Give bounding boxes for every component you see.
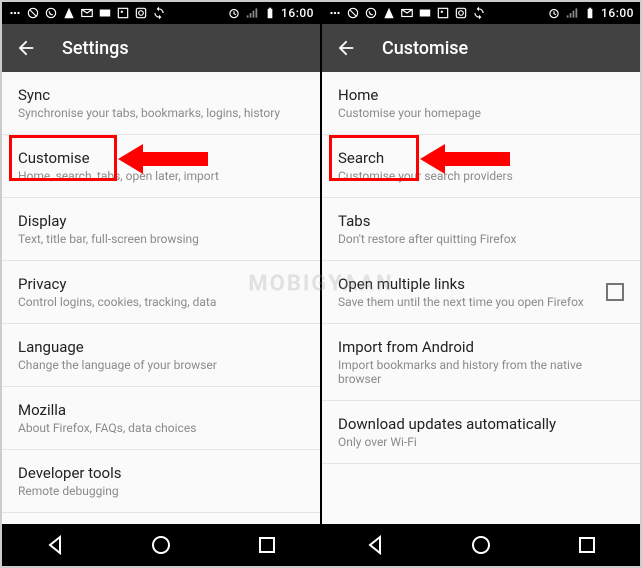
item-language[interactable]: Language Change the language of your brow… (2, 324, 320, 387)
item-sub: Text, title bar, full-screen browsing (18, 232, 304, 246)
more-icon (8, 6, 22, 20)
item-open-multiple-links[interactable]: Open multiple links Save them until the n… (322, 261, 640, 324)
alarm-icon (547, 6, 561, 20)
signal-icon (245, 6, 259, 20)
page-title: Customise (382, 38, 468, 59)
item-title: Home (338, 86, 624, 104)
mail2-icon (98, 6, 112, 20)
app-bar: Customise (322, 24, 640, 72)
item-sub: Remote debugging (18, 484, 304, 498)
app-bar: Settings (2, 24, 320, 72)
instagram-icon (454, 6, 468, 20)
photo-icon (436, 6, 450, 20)
checkbox-open-multiple[interactable] (606, 283, 624, 301)
instagram-icon (134, 6, 148, 20)
item-sub: Save them until the next time you open F… (338, 295, 594, 309)
whatsapp-icon (44, 6, 58, 20)
item-developer-tools[interactable]: Developer tools Remote debugging (2, 450, 320, 513)
app-icon (382, 6, 396, 20)
battery-icon (263, 6, 277, 20)
photo-icon (116, 6, 130, 20)
sync-icon (152, 6, 166, 20)
item-sub: Synchronise your tabs, bookmarks, logins… (18, 106, 304, 120)
back-button[interactable] (14, 36, 38, 60)
item-sub: Customise your search providers (338, 169, 624, 183)
alarm-icon (227, 6, 241, 20)
nav-recent[interactable] (575, 533, 599, 557)
mail-icon (400, 6, 414, 20)
mail2-icon (418, 6, 432, 20)
item-search[interactable]: Search Customise your search providers (322, 135, 640, 198)
status-bar: 16:00 (322, 2, 640, 24)
mail-icon (80, 6, 94, 20)
signal-icon (565, 6, 579, 20)
nav-bar (322, 524, 640, 566)
customise-list: Home Customise your homepage Search Custom… (322, 72, 640, 524)
item-sub: About Firefox, FAQs, data choices (18, 421, 304, 435)
item-import-android[interactable]: Import from Android Import bookmarks and … (322, 324, 640, 401)
item-title: Language (18, 338, 304, 356)
block-icon (26, 6, 40, 20)
phone-right: 16:00 Customise Home Customise your homep… (322, 2, 640, 566)
item-title: Developer tools (18, 464, 304, 482)
app-icon (62, 6, 76, 20)
item-tabs[interactable]: Tabs Don't restore after quitting Firefox (322, 198, 640, 261)
item-sub: Change the language of your browser (18, 358, 304, 372)
item-title: Open multiple links (338, 275, 594, 293)
item-title: Mozilla (18, 401, 304, 419)
item-sub: Customise your homepage (338, 106, 624, 120)
item-sub: Control logins, cookies, tracking, data (18, 295, 304, 309)
back-button[interactable] (334, 36, 358, 60)
item-customise[interactable]: Customise Home, search, tabs, open later,… (2, 135, 320, 198)
clock: 16:00 (601, 6, 634, 20)
item-title: Download updates automatically (338, 415, 624, 433)
item-sub: Home, search, tabs, open later, import (18, 169, 304, 183)
battery-icon (583, 6, 597, 20)
clock: 16:00 (281, 6, 314, 20)
item-sub: Don't restore after quitting Firefox (338, 232, 624, 246)
nav-home[interactable] (469, 533, 493, 557)
phone-left: 16:00 Settings Sync Synchronise your tabs… (2, 2, 320, 566)
item-sub: Only over Wi-Fi (338, 435, 624, 449)
more-icon (328, 6, 342, 20)
nav-recent[interactable] (255, 533, 279, 557)
status-bar: 16:00 (2, 2, 320, 24)
item-title: Privacy (18, 275, 304, 293)
item-title: Tabs (338, 212, 624, 230)
item-title: Customise (18, 149, 304, 167)
nav-home[interactable] (149, 533, 173, 557)
item-mozilla[interactable]: Mozilla About Firefox, FAQs, data choices (2, 387, 320, 450)
block-icon (346, 6, 360, 20)
settings-list: Sync Synchronise your tabs, bookmarks, lo… (2, 72, 320, 524)
item-sync[interactable]: Sync Synchronise your tabs, bookmarks, lo… (2, 72, 320, 135)
nav-back[interactable] (43, 533, 67, 557)
item-sub: Import bookmarks and history from the na… (338, 358, 624, 386)
item-privacy[interactable]: Privacy Control logins, cookies, tracking… (2, 261, 320, 324)
nav-bar (2, 524, 320, 566)
whatsapp-icon (364, 6, 378, 20)
item-title: Sync (18, 86, 304, 104)
item-download-updates[interactable]: Download updates automatically Only over … (322, 401, 640, 464)
nav-back[interactable] (363, 533, 387, 557)
item-title: Search (338, 149, 624, 167)
dual-phone-container: 16:00 Settings Sync Synchronise your tabs… (0, 0, 642, 568)
item-display[interactable]: Display Text, title bar, full-screen brow… (2, 198, 320, 261)
sync-icon (472, 6, 486, 20)
item-title: Display (18, 212, 304, 230)
item-home[interactable]: Home Customise your homepage (322, 72, 640, 135)
page-title: Settings (62, 38, 129, 59)
item-title: Import from Android (338, 338, 624, 356)
